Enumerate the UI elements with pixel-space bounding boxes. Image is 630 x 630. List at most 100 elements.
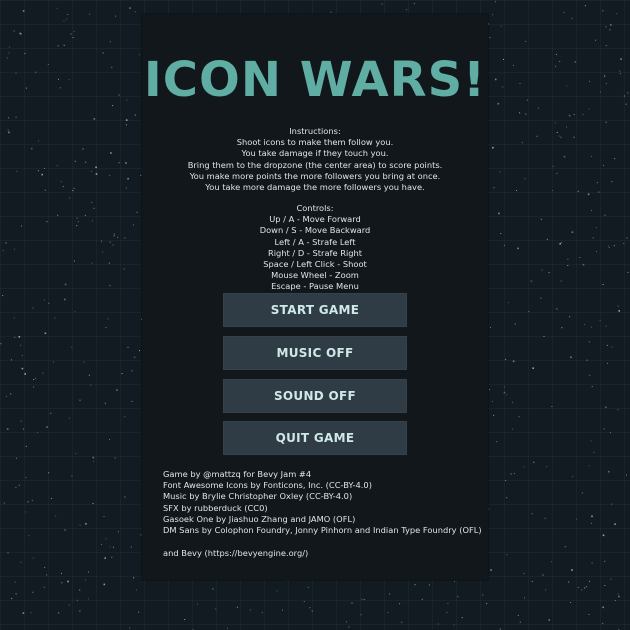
music-toggle-button[interactable]: MUSIC OFF bbox=[223, 336, 407, 370]
star-dot bbox=[15, 116, 17, 118]
star-dot bbox=[554, 122, 556, 124]
star-dot bbox=[63, 20, 65, 22]
star-dot bbox=[389, 593, 391, 595]
star-dot bbox=[614, 158, 616, 160]
star-dot bbox=[506, 497, 508, 499]
star-dot bbox=[503, 244, 505, 246]
star-dot bbox=[591, 155, 593, 157]
star-dot bbox=[104, 557, 106, 559]
control-line: Space / Left Click - Shoot bbox=[263, 258, 367, 269]
star-dot bbox=[505, 358, 507, 360]
star-dot bbox=[23, 428, 25, 430]
star-dot bbox=[109, 285, 111, 287]
star-dot bbox=[109, 174, 111, 176]
star-dot bbox=[8, 117, 9, 119]
star-dot bbox=[586, 359, 588, 361]
star-dot bbox=[503, 391, 506, 394]
star-dot bbox=[603, 428, 605, 430]
star-dot bbox=[46, 574, 48, 576]
star-dot bbox=[608, 245, 610, 247]
star-dot bbox=[351, 602, 353, 604]
star-dot bbox=[590, 326, 592, 328]
star-dot bbox=[37, 170, 39, 172]
star-dot bbox=[32, 557, 34, 559]
star-dot bbox=[588, 108, 590, 110]
credit-line: DM Sans by Colophon Foundry, Jonny Pinho… bbox=[163, 524, 482, 535]
star-dot bbox=[569, 316, 571, 318]
star-dot bbox=[71, 475, 73, 477]
star-dot bbox=[20, 420, 22, 422]
star-dot bbox=[114, 457, 116, 459]
star-dot bbox=[102, 251, 104, 253]
star-dot bbox=[38, 140, 39, 142]
star-dot bbox=[42, 372, 44, 374]
star-dot bbox=[406, 9, 408, 11]
star-dot bbox=[584, 324, 586, 325]
star-dot bbox=[69, 197, 71, 199]
star-dot bbox=[610, 24, 612, 26]
star-dot bbox=[10, 393, 12, 395]
star-dot bbox=[91, 170, 93, 172]
star-dot bbox=[610, 578, 612, 580]
star-dot bbox=[133, 577, 135, 579]
star-dot bbox=[613, 245, 615, 247]
star-dot bbox=[604, 560, 606, 562]
star-dot bbox=[111, 66, 113, 68]
star-dot bbox=[123, 268, 125, 270]
star-dot bbox=[552, 165, 554, 167]
star-dot bbox=[130, 546, 132, 548]
star-dot bbox=[311, 610, 313, 612]
star-dot bbox=[492, 14, 494, 16]
star-dot bbox=[618, 595, 620, 598]
star-dot bbox=[605, 121, 607, 123]
instruction-line: You take damage if they touch you. bbox=[241, 148, 389, 159]
star-dot bbox=[249, 609, 251, 611]
star-dot bbox=[85, 161, 87, 163]
star-dot bbox=[118, 94, 120, 96]
star-dot bbox=[139, 350, 140, 352]
star-dot bbox=[500, 233, 502, 234]
star-dot bbox=[134, 114, 136, 116]
credit-line: Music by Brylie Christopher Oxley (CC-BY… bbox=[163, 491, 353, 502]
star-dot bbox=[543, 336, 545, 337]
star-dot bbox=[61, 582, 63, 584]
star-dot bbox=[447, 602, 449, 604]
star-dot bbox=[33, 379, 35, 380]
credits-spacer bbox=[163, 536, 483, 547]
star-dot bbox=[261, 612, 263, 614]
star-dot bbox=[76, 225, 78, 227]
star-dot bbox=[90, 384, 92, 386]
star-dot bbox=[489, 37, 491, 39]
star-dot bbox=[490, 569, 492, 571]
star-dot bbox=[84, 214, 86, 216]
star-dot bbox=[64, 529, 66, 531]
star-dot bbox=[121, 373, 123, 374]
star-dot bbox=[502, 86, 504, 88]
star-dot bbox=[61, 572, 62, 574]
star-dot bbox=[563, 155, 566, 158]
star-dot bbox=[57, 45, 59, 47]
star-dot bbox=[75, 453, 77, 455]
controls-block: Controls: Up / A - Move Forward Down / S… bbox=[142, 203, 488, 293]
star-dot bbox=[77, 221, 79, 223]
control-line: Escape - Pause Menu bbox=[271, 281, 359, 292]
star-dot bbox=[37, 432, 39, 434]
star-dot bbox=[596, 251, 597, 252]
star-dot bbox=[303, 601, 305, 603]
star-dot bbox=[525, 41, 527, 42]
star-dot bbox=[627, 271, 629, 273]
star-dot bbox=[44, 168, 45, 169]
credits-block: Game by @mattzq for Bevy Jam #4 Font Awe… bbox=[163, 469, 483, 559]
star-dot bbox=[346, 621, 347, 623]
star-dot bbox=[25, 87, 27, 89]
star-dot bbox=[56, 7, 58, 9]
star-dot bbox=[55, 515, 57, 517]
star-dot bbox=[517, 247, 519, 250]
star-dot bbox=[588, 614, 590, 615]
start-game-button[interactable]: START GAME bbox=[223, 293, 407, 327]
sound-toggle-button[interactable]: SOUND OFF bbox=[223, 379, 407, 413]
star-dot bbox=[79, 524, 81, 526]
star-dot bbox=[93, 118, 96, 120]
quit-game-button[interactable]: QUIT GAME bbox=[223, 421, 407, 455]
bevy-credit: and Bevy (https://bevyengine.org/) bbox=[163, 547, 309, 558]
